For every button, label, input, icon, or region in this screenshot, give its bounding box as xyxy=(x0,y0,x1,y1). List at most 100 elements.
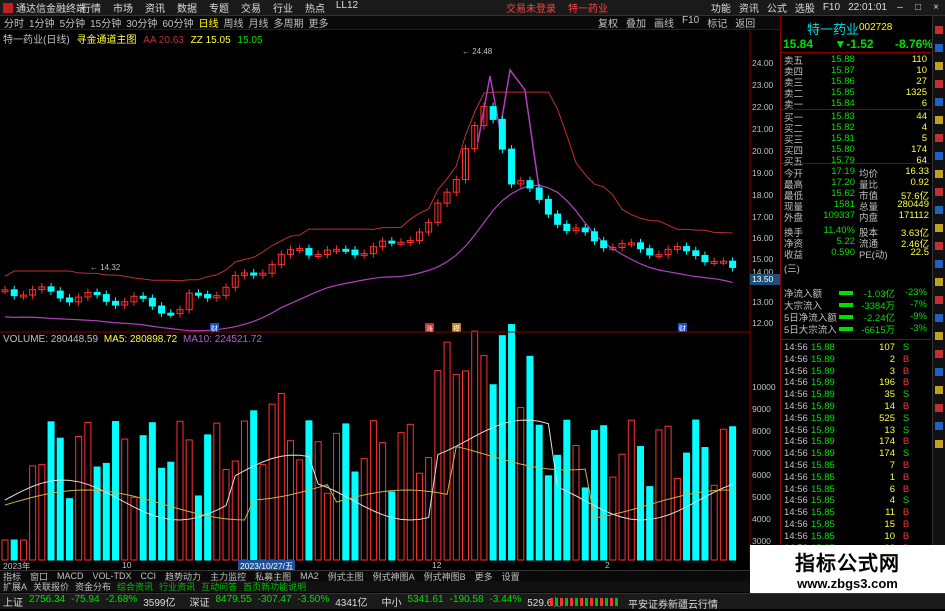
toolbar-icon[interactable] xyxy=(935,242,943,250)
period-tab[interactable]: 多周期 xyxy=(274,15,304,30)
maximize-icon[interactable]: □ xyxy=(913,2,923,13)
volume-tick-label: 8000 xyxy=(752,426,771,436)
stat-key: PE(动) xyxy=(859,250,888,261)
volume-bar xyxy=(480,355,488,561)
toolbar-icon[interactable] xyxy=(935,296,943,304)
period-tab[interactable]: 5分钟 xyxy=(60,15,86,30)
menu-item[interactable]: 交易 xyxy=(236,0,266,15)
stat-row: 净资 5.22 流通 2.46亿 xyxy=(781,236,931,250)
sub-tab[interactable]: 关联报价 xyxy=(33,580,69,593)
sub-tab[interactable]: 扩展A xyxy=(3,580,27,593)
pick-button[interactable]: 选股 xyxy=(795,0,815,15)
tool-button[interactable]: 复权 xyxy=(598,15,618,30)
toolbar-icon[interactable] xyxy=(935,206,943,214)
toolbar-icon[interactable] xyxy=(935,404,943,412)
stat-value: 171112 xyxy=(898,210,929,221)
volume-bar xyxy=(121,438,129,561)
toolbar-icon[interactable] xyxy=(935,368,943,376)
menu-item[interactable]: 数据 xyxy=(172,0,202,15)
index-pct: -3.44% xyxy=(489,594,522,605)
toolbar-icon[interactable] xyxy=(935,26,943,34)
toolbar-icon[interactable] xyxy=(935,260,943,268)
tick-row: 14:56 15.89 3 B xyxy=(781,366,931,377)
sub-tab[interactable]: 行业资讯 xyxy=(159,580,195,593)
f10-button[interactable]: F10 xyxy=(823,2,840,13)
candle-body xyxy=(388,240,396,244)
toolbar-icon[interactable] xyxy=(935,80,943,88)
toolbar-icon[interactable] xyxy=(935,170,943,178)
candle-body xyxy=(563,223,571,232)
sub-tab[interactable]: 首页新功能说明 xyxy=(243,580,306,593)
sub-tab[interactable]: 资金分布 xyxy=(75,580,111,593)
tick-time: 14:56 xyxy=(784,436,808,448)
menu-item[interactable]: 资讯 xyxy=(140,0,170,15)
func-button[interactable]: 功能 xyxy=(711,0,731,15)
index-change: -75.94 xyxy=(71,594,100,605)
tick-volume: 11 xyxy=(885,507,895,519)
period-tab[interactable]: 月线 xyxy=(249,15,269,30)
candle-body xyxy=(204,294,212,299)
tick-row: 14:56 15.85 7 B xyxy=(781,460,931,471)
fund-flow-bar xyxy=(839,302,853,307)
toolbar-icon[interactable] xyxy=(935,44,943,52)
volume-bar xyxy=(213,422,221,561)
low-price-label: ← 14.32 xyxy=(90,263,121,272)
tick-row: 14:56 15.89 2 B xyxy=(781,354,931,365)
sub-tab[interactable]: 互动问答 xyxy=(201,580,237,593)
toolbar-icon[interactable] xyxy=(935,386,943,394)
toolbar-icon[interactable] xyxy=(935,152,943,160)
period-tab[interactable]: 15分钟 xyxy=(90,15,121,30)
stat-value: 1581 xyxy=(833,199,855,210)
period-tab[interactable]: 30分钟 xyxy=(126,15,157,30)
toolbar-icon[interactable] xyxy=(935,440,943,448)
tick-volume: 196 xyxy=(879,377,895,389)
formula-button[interactable]: 公式 xyxy=(767,0,787,15)
period-tab[interactable]: 分时 xyxy=(4,15,24,30)
chart-area[interactable]: ← 24.48← 14.32财涨摸财 xyxy=(0,30,780,570)
stat-row: 换手 11.40% 股本 3.63亿 xyxy=(781,225,931,239)
tool-button[interactable]: 画线 xyxy=(654,15,674,30)
tool-button[interactable]: 叠加 xyxy=(626,15,646,30)
menu-item[interactable]: LL12 xyxy=(332,0,362,15)
close-icon[interactable]: × xyxy=(931,2,941,13)
period-tab[interactable]: 1分钟 xyxy=(29,15,55,30)
candle-body xyxy=(692,250,700,256)
volume-bar xyxy=(581,487,589,561)
candle-body xyxy=(554,213,562,225)
menu-item[interactable]: 行业 xyxy=(268,0,298,15)
toolbar-icon[interactable] xyxy=(935,314,943,322)
menu-item[interactable]: 市场 xyxy=(108,0,138,15)
toolbar-icon[interactable] xyxy=(935,350,943,358)
stat-value: 15.62 xyxy=(831,188,855,199)
toolbar-icon[interactable] xyxy=(935,62,943,70)
toolbar-icon[interactable] xyxy=(935,332,943,340)
period-tab[interactable]: 60分钟 xyxy=(162,15,193,30)
toolbar-icon[interactable] xyxy=(935,98,943,106)
menu-item[interactable]: 热点 xyxy=(300,0,330,15)
tick-row: 14:56 15.89 174 B xyxy=(781,436,931,447)
minimize-icon[interactable]: – xyxy=(895,2,905,13)
toolbar-icon[interactable] xyxy=(935,134,943,142)
menu-item[interactable]: 行情 xyxy=(76,0,106,15)
toolbar-icon[interactable] xyxy=(935,422,943,430)
toolbar-icon[interactable] xyxy=(935,188,943,196)
toolbar-icon[interactable] xyxy=(935,224,943,232)
candle-body xyxy=(167,312,175,316)
news-button[interactable]: 资讯 xyxy=(739,0,759,15)
tool-button[interactable]: 返回 xyxy=(735,15,755,30)
period-tab-active[interactable]: 日线 xyxy=(199,15,219,30)
toolbar-icon[interactable] xyxy=(935,116,943,124)
login-status-link[interactable]: 交易未登录 xyxy=(506,0,556,15)
current-price-tag: 13.50 xyxy=(750,274,780,285)
menu-item[interactable]: 专题 xyxy=(204,0,234,15)
volume-bar xyxy=(19,539,27,561)
price-tick-label: 13.00 xyxy=(752,297,774,307)
stock-title-link[interactable]: 特一药业 xyxy=(568,0,608,15)
sub-tab[interactable]: 综合资讯 xyxy=(117,580,153,593)
tool-button[interactable]: 标记 xyxy=(707,15,727,30)
tool-button[interactable]: F10 xyxy=(682,15,699,30)
period-tab[interactable]: 周线 xyxy=(224,15,244,30)
period-tab[interactable]: 更多 xyxy=(309,15,329,30)
candle-body xyxy=(544,198,552,215)
toolbar-icon[interactable] xyxy=(935,278,943,286)
